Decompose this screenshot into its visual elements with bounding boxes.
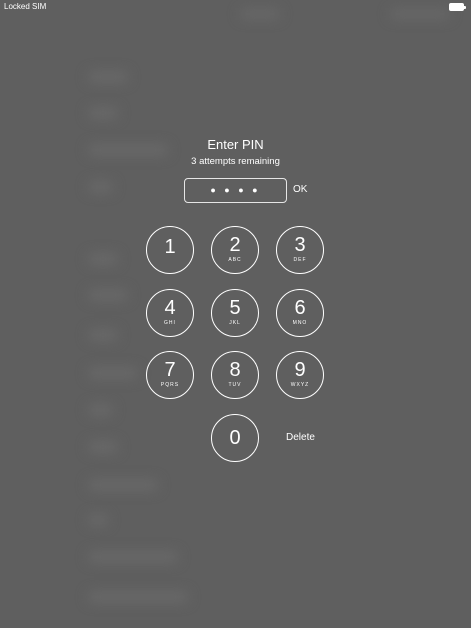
- key-letters: DEF: [293, 257, 307, 263]
- pin-input[interactable]: ● ● ● ●: [184, 178, 287, 203]
- prompt-title: Enter PIN: [207, 137, 264, 152]
- battery-icon: [449, 3, 466, 11]
- key-7[interactable]: 7 PQRS: [146, 351, 194, 399]
- key-letters: PQRS: [160, 382, 180, 388]
- key-digit: 1: [164, 236, 176, 258]
- key-letters: GHI: [164, 320, 176, 326]
- key-6[interactable]: 6 MNO: [276, 289, 324, 337]
- ok-button[interactable]: OK: [293, 183, 307, 196]
- attempts-remaining: 3 attempts remaining: [191, 156, 280, 167]
- status-bar: Locked SIM: [0, 0, 471, 14]
- key-digit: 7: [164, 359, 176, 381]
- key-4[interactable]: 4 GHI: [146, 289, 194, 337]
- key-digit: 9: [294, 359, 306, 381]
- key-letters: WXYZ: [290, 382, 310, 388]
- key-digit: 0: [229, 427, 241, 449]
- key-8[interactable]: 8 TUV: [211, 351, 259, 399]
- key-2[interactable]: 2 ABC: [211, 226, 259, 274]
- key-digit: 6: [294, 297, 306, 319]
- key-3[interactable]: 3 DEF: [276, 226, 324, 274]
- key-digit: 3: [294, 234, 306, 256]
- key-digit: 2: [229, 234, 241, 256]
- delete-button[interactable]: Delete: [286, 431, 315, 444]
- key-5[interactable]: 5 JKL: [211, 289, 259, 337]
- key-letters: TUV: [228, 382, 242, 388]
- carrier-label: Locked SIM: [4, 2, 47, 11]
- key-letters: MNO: [292, 320, 308, 326]
- key-digit: 5: [229, 297, 241, 319]
- key-digit: 8: [229, 359, 241, 381]
- key-digit: 4: [164, 297, 176, 319]
- key-letters: ABC: [228, 257, 242, 263]
- key-9[interactable]: 9 WXYZ: [276, 351, 324, 399]
- key-0[interactable]: 0: [211, 414, 259, 462]
- key-1[interactable]: 1: [146, 226, 194, 274]
- sim-pin-screen: Locked SIM Enter PIN 3 attempts remainin…: [0, 0, 471, 628]
- key-letters: JKL: [229, 320, 241, 326]
